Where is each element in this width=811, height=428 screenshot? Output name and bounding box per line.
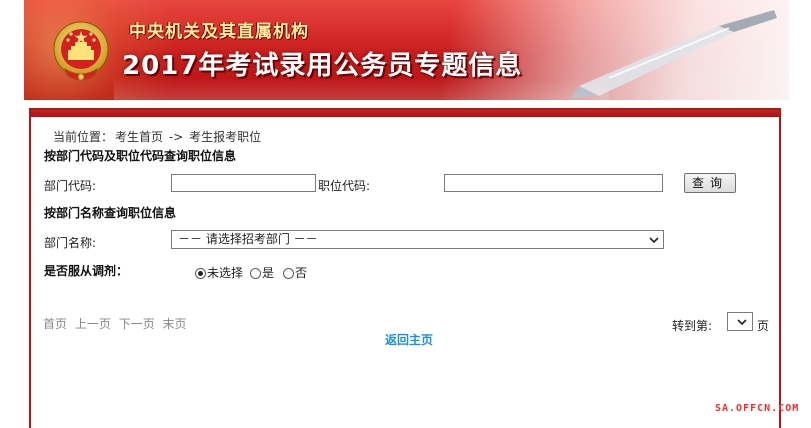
page-first-link[interactable]: 首页 bbox=[43, 317, 67, 331]
adjustment-option-yes-label: 是 bbox=[262, 266, 275, 280]
page-last-link[interactable]: 末页 bbox=[163, 317, 187, 331]
banner-title: 2017年考试录用公务员专题信息 bbox=[122, 51, 523, 81]
position-code-input[interactable] bbox=[444, 174, 663, 192]
adjustment-label: 是否服从调剂： bbox=[44, 264, 129, 278]
page-select[interactable] bbox=[727, 312, 753, 331]
adjustment-option-none[interactable]: 未选择 bbox=[195, 264, 243, 281]
radio-no-option[interactable] bbox=[283, 268, 294, 279]
adjustment-option-no[interactable]: 否 bbox=[283, 264, 307, 281]
breadcrumb-current: 考生报考职位 bbox=[189, 130, 262, 144]
chevron-down-icon bbox=[737, 319, 747, 326]
breadcrumb-home[interactable]: 考生首页 bbox=[115, 130, 163, 144]
breadcrumb-arrow: -> bbox=[168, 130, 184, 144]
radio-unselected-option[interactable] bbox=[195, 268, 206, 279]
dept-code-label: 部门代码: bbox=[44, 179, 97, 193]
back-home-link[interactable]: 返回主页 bbox=[385, 331, 433, 348]
breadcrumb: 当前位置： 考生首页 -> 考生报考职位 bbox=[53, 128, 263, 145]
radio-yes-option[interactable] bbox=[250, 268, 261, 279]
site-watermark: SA.OFFCN.COM bbox=[715, 403, 800, 414]
page-next-link[interactable]: 下一页 bbox=[119, 317, 155, 331]
search-by-name-heading: 按部门名称查询职位信息 bbox=[44, 206, 177, 220]
dept-code-input[interactable] bbox=[171, 174, 316, 192]
chevron-down-icon bbox=[649, 237, 659, 244]
breadcrumb-prefix: 当前位置： bbox=[53, 130, 114, 144]
pagination: 首页 上一页 下一页 末页 bbox=[43, 315, 191, 332]
page-unit-label: 页 bbox=[757, 319, 770, 333]
search-by-code-heading: 按部门代码及职位代码查询职位信息 bbox=[44, 149, 237, 163]
header-banner: 中央机关及其直属机构 2017年考试录用公务员专题信息 bbox=[24, 0, 789, 100]
position-code-label: 职位代码: bbox=[318, 179, 371, 193]
dept-select-value: －－ 请选择招考部门 －－ bbox=[178, 232, 318, 246]
banner-subtitle: 中央机关及其直属机构 bbox=[129, 22, 309, 42]
adjustment-option-no-label: 否 bbox=[295, 266, 308, 280]
adjustment-option-none-label: 未选择 bbox=[207, 266, 244, 280]
national-emblem-icon bbox=[53, 21, 109, 81]
query-button[interactable]: 查询 bbox=[684, 173, 736, 193]
adjustment-option-yes[interactable]: 是 bbox=[250, 264, 274, 281]
goto-page-label: 转到第: bbox=[672, 319, 713, 333]
dept-select[interactable]: －－ 请选择招考部门 －－ bbox=[171, 230, 664, 249]
page-prev-link[interactable]: 上一页 bbox=[75, 317, 111, 331]
dept-name-label: 部门名称: bbox=[44, 236, 97, 250]
